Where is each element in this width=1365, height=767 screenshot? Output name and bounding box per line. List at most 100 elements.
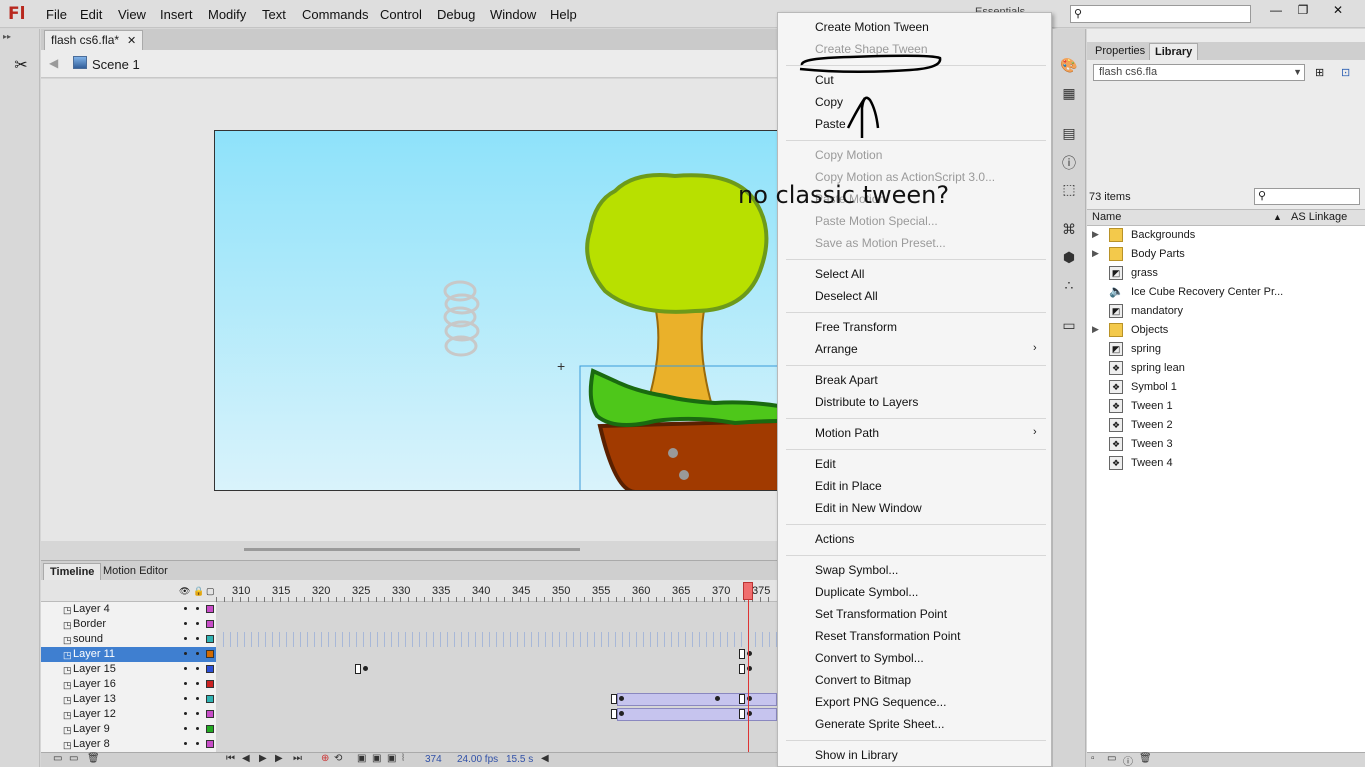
menu-edit[interactable]: Edit — [80, 7, 102, 22]
layer-name-cell[interactable]: ◳ Layer 12 — [41, 707, 216, 722]
keyframe[interactable] — [739, 664, 745, 674]
tab-motion-editor[interactable]: Motion Editor — [97, 563, 174, 580]
library-item[interactable]: ◩ mandatory — [1087, 302, 1365, 321]
layer-frames[interactable] — [217, 617, 778, 632]
keyframe[interactable] — [739, 694, 745, 704]
layer-name-cell[interactable]: ◳ Layer 15 — [41, 662, 216, 677]
library-item[interactable]: ◩ grass — [1087, 264, 1365, 283]
layer-name-cell[interactable]: ◳ Layer 4 — [41, 602, 216, 617]
menu-debug[interactable]: Debug — [437, 7, 475, 22]
library-item[interactable]: ❖ Tween 2 — [1087, 416, 1365, 435]
layer-color-swatch[interactable] — [206, 680, 214, 688]
keyframe[interactable] — [619, 711, 624, 716]
context-menu-item[interactable]: Edit — [815, 457, 836, 471]
expand-icon[interactable]: ▶ — [1092, 324, 1099, 335]
onion-outline-icon[interactable]: ▣ — [372, 753, 381, 764]
lock-dot[interactable] — [196, 637, 199, 640]
outline-icon[interactable]: ▢ — [206, 586, 215, 597]
context-menu-item[interactable]: Generate Sprite Sheet... — [815, 717, 944, 731]
tab-timeline[interactable]: Timeline — [43, 563, 102, 580]
layer-row[interactable]: ◳ Border — [41, 617, 778, 632]
library-item[interactable]: ▶ Objects — [1087, 321, 1365, 340]
swatches-icon[interactable]: ▦ — [1060, 85, 1078, 103]
context-menu-item[interactable]: Deselect All — [815, 289, 878, 303]
keyframe[interactable] — [611, 694, 617, 704]
document-tab[interactable]: flash cs6.fla* ✕ — [44, 30, 144, 50]
layer-row[interactable]: ◳ Layer 12 — [41, 707, 778, 722]
lock-dot[interactable] — [196, 742, 199, 745]
layer-frames[interactable] — [217, 647, 778, 662]
current-frame[interactable]: 374 — [425, 754, 442, 765]
layer-name-cell[interactable]: ◳ Layer 13 — [41, 692, 216, 707]
color-icon[interactable]: 🎨 — [1060, 57, 1078, 75]
layer-frames[interactable] — [217, 707, 778, 722]
menu-window[interactable]: Window — [490, 7, 536, 22]
menu-text[interactable]: Text — [262, 7, 286, 22]
step-back-icon[interactable]: ◀ — [242, 753, 250, 764]
layer-frames[interactable] — [217, 632, 778, 647]
visibility-dot[interactable] — [184, 607, 187, 610]
delete-icon[interactable]: 🗑 — [1139, 753, 1152, 764]
menu-view[interactable]: View — [118, 7, 146, 22]
keyframe[interactable] — [355, 664, 361, 674]
layer-frames[interactable] — [217, 602, 778, 617]
eye-icon[interactable]: 👁 — [179, 586, 190, 597]
lock-dot[interactable] — [196, 682, 199, 685]
lock-dot[interactable] — [196, 727, 199, 730]
keyframe[interactable] — [611, 709, 617, 719]
layer-frames[interactable] — [217, 692, 778, 707]
visibility-dot[interactable] — [184, 742, 187, 745]
context-menu-item[interactable]: Create Motion Tween — [815, 20, 929, 34]
keyframe[interactable] — [619, 696, 624, 701]
layer-name-cell[interactable]: ◳ Layer 11 — [41, 647, 216, 662]
library-item[interactable]: ▶ Body Parts — [1087, 245, 1365, 264]
menu-insert[interactable]: Insert — [160, 7, 193, 22]
context-menu-item[interactable]: Distribute to Layers — [815, 395, 918, 409]
visibility-dot[interactable] — [184, 697, 187, 700]
library-item[interactable]: ❖ spring lean — [1087, 359, 1365, 378]
layer-name-cell[interactable]: ◳ Layer 8 — [41, 737, 216, 752]
new-library-panel-icon[interactable]: ⊡ — [1341, 66, 1350, 79]
layer-row[interactable]: ◳ Layer 4 — [41, 602, 778, 617]
lock-dot[interactable] — [196, 712, 199, 715]
panel-collapse-icon[interactable]: ▸▸ — [3, 32, 11, 41]
context-menu-item[interactable]: Motion Path — [815, 426, 879, 440]
visibility-dot[interactable] — [184, 727, 187, 730]
menu-modify[interactable]: Modify — [208, 7, 246, 22]
transform-icon[interactable]: ⬚ — [1060, 181, 1078, 199]
layer-row[interactable]: ◳ Layer 16 — [41, 677, 778, 692]
column-name[interactable]: Name — [1092, 211, 1121, 223]
visibility-dot[interactable] — [184, 622, 187, 625]
tab-library[interactable]: Library — [1149, 43, 1199, 60]
edit-multiple-icon[interactable]: ▣ — [387, 753, 396, 764]
expand-icon[interactable]: ▶ — [1092, 229, 1099, 240]
close-tab-icon[interactable]: ✕ — [127, 35, 136, 47]
visibility-dot[interactable] — [184, 652, 187, 655]
properties-icon[interactable]: ⓘ — [1123, 753, 1133, 767]
layer-name-cell[interactable]: ◳ Layer 16 — [41, 677, 216, 692]
layer-name-cell[interactable]: ◳ Border — [41, 617, 216, 632]
library-item[interactable]: ❖ Tween 3 — [1087, 435, 1365, 454]
layer-frames[interactable] — [217, 677, 778, 692]
context-menu-item[interactable]: Reset Transformation Point — [815, 629, 960, 643]
layer-name-cell[interactable]: ◳ Layer 9 — [41, 722, 216, 737]
new-folder-icon[interactable]: ▭ — [69, 753, 78, 764]
library-item[interactable]: 🔈 Ice Cube Recovery Center Pr... — [1087, 283, 1365, 302]
context-menu-item[interactable]: Arrange — [815, 342, 858, 356]
library-item[interactable]: ❖ Tween 1 — [1087, 397, 1365, 416]
scene-label[interactable]: Scene 1 — [92, 57, 140, 72]
layer-name-cell[interactable]: ◳ sound — [41, 632, 216, 647]
new-folder-icon[interactable]: ▭ — [1107, 753, 1116, 764]
stage[interactable] — [214, 130, 778, 491]
layer-color-swatch[interactable] — [206, 635, 214, 643]
components-icon[interactable]: ⬢ — [1060, 249, 1078, 267]
info-icon[interactable]: ⓘ — [1060, 153, 1078, 171]
lock-dot[interactable] — [196, 607, 199, 610]
layer-color-swatch[interactable] — [206, 620, 214, 628]
lock-dot[interactable] — [196, 697, 199, 700]
context-menu-item[interactable]: Free Transform — [815, 320, 897, 334]
library-item[interactable]: ◩ spring — [1087, 340, 1365, 359]
library-item[interactable]: ❖ Symbol 1 — [1087, 378, 1365, 397]
context-menu-item[interactable]: Swap Symbol... — [815, 563, 898, 577]
context-menu-item[interactable]: Duplicate Symbol... — [815, 585, 918, 599]
